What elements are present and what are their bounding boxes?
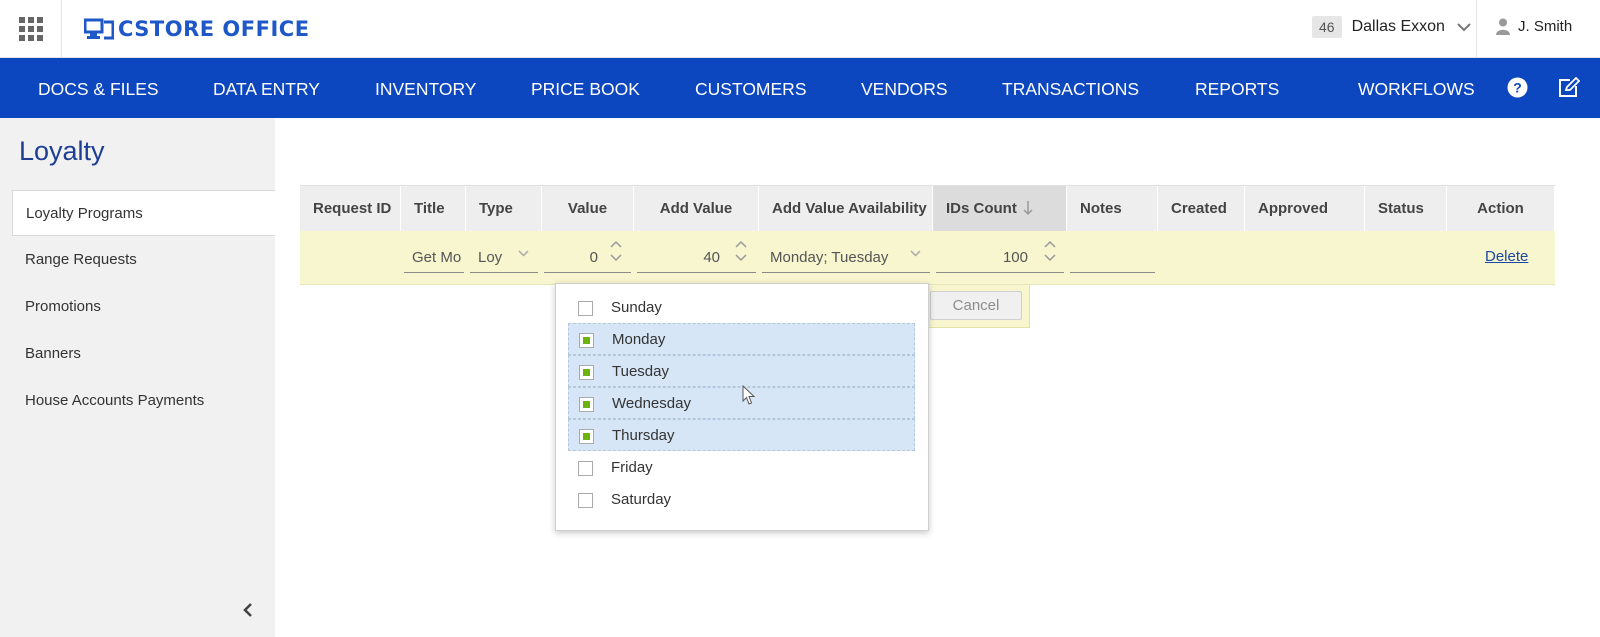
sidebar-title: Loyalty [19, 136, 105, 166]
add-value-availability-select[interactable]: Monday; Tuesday [762, 243, 930, 273]
checkbox[interactable] [578, 301, 593, 316]
main-nav: DOCS & FILES DATA ENTRY INVENTORY PRICE … [0, 58, 1600, 118]
checkbox[interactable] [579, 365, 594, 380]
nav-vendors[interactable]: VENDORS [861, 58, 948, 118]
sidebar-item-house-accounts-payments[interactable]: House Accounts Payments [12, 378, 275, 424]
nav-customers[interactable]: CUSTOMERS [695, 58, 807, 118]
checkbox[interactable] [578, 461, 593, 476]
stepper-icon[interactable] [1044, 240, 1056, 262]
sidebar-item-banners[interactable]: Banners [12, 331, 275, 377]
day-multiselect-dropdown: Sunday Monday Tuesday Wednesday Thursday… [555, 283, 929, 531]
option-label: Sunday [611, 299, 662, 316]
option-monday[interactable]: Monday [568, 323, 915, 355]
column-created[interactable]: Created [1158, 186, 1245, 231]
nav-transactions[interactable]: TRANSACTIONS [1002, 58, 1139, 118]
table-row: Get Mo Loy 0 40 Monday; Tuesday 100 [300, 231, 1555, 285]
column-ids-count-label: IDs Count [946, 200, 1017, 217]
stepper-icon[interactable] [610, 240, 622, 262]
option-sunday[interactable]: Sunday [568, 292, 915, 324]
sidebar: Loyalty Loyalty Programs Range Requests … [0, 118, 275, 637]
stepper-icon[interactable] [735, 240, 747, 262]
logo-icon [84, 18, 114, 40]
checkbox[interactable] [579, 397, 594, 412]
column-title[interactable]: Title [401, 186, 466, 231]
divider [1476, 0, 1477, 58]
checkbox[interactable] [578, 493, 593, 508]
column-add-value-availability[interactable]: Add Value Availability [759, 186, 933, 231]
column-approved[interactable]: Approved [1245, 186, 1365, 231]
logo[interactable]: CSTORE OFFICE [84, 16, 310, 42]
column-notes[interactable]: Notes [1067, 186, 1158, 231]
column-ids-count[interactable]: IDs Count [933, 186, 1067, 231]
apps-menu-button[interactable] [0, 0, 62, 58]
sidebar-item-loyalty-programs[interactable]: Loyalty Programs [12, 190, 275, 236]
mouse-cursor-icon [742, 385, 756, 405]
store-selector[interactable]: 46 Dallas Exxon [1312, 16, 1471, 38]
user-icon [1496, 18, 1510, 35]
option-friday[interactable]: Friday [568, 452, 915, 484]
logo-text: CSTORE OFFICE [118, 17, 310, 41]
option-label: Wednesday [612, 395, 691, 412]
svg-text:?: ? [1513, 80, 1522, 96]
type-select[interactable]: Loy [470, 243, 538, 273]
column-status[interactable]: Status [1365, 186, 1447, 231]
option-tuesday[interactable]: Tuesday [568, 355, 915, 387]
cancel-button[interactable]: Cancel [930, 291, 1022, 320]
nav-data-entry[interactable]: DATA ENTRY [213, 58, 320, 118]
option-label: Friday [611, 459, 653, 476]
nav-price-book[interactable]: PRICE BOOK [531, 58, 640, 118]
title-input[interactable]: Get Mo [404, 243, 464, 273]
sort-down-icon [1023, 201, 1033, 216]
delete-link[interactable]: Delete [1485, 248, 1528, 265]
option-label: Saturday [611, 491, 672, 508]
edit-icon[interactable] [1558, 77, 1580, 98]
nav-workflows[interactable]: WORKFLOWS [1358, 58, 1475, 118]
top-bar: CSTORE OFFICE 46 Dallas Exxon J. Smith [0, 0, 1600, 58]
nav-docs-files[interactable]: DOCS & FILES [38, 58, 159, 118]
option-saturday[interactable]: Saturday [568, 484, 915, 516]
chevron-down-icon [910, 250, 921, 257]
user-name: J. Smith [1518, 18, 1573, 35]
chevron-down-icon [518, 250, 529, 257]
apps-grid-icon [18, 17, 43, 41]
column-request-id[interactable]: Request ID [300, 186, 401, 231]
option-label: Monday [612, 331, 666, 348]
column-value[interactable]: Value [542, 186, 634, 231]
table-header: Request ID Title Type Value Add Value Ad… [300, 185, 1555, 231]
column-action[interactable]: Action [1447, 186, 1555, 231]
option-label: Thursday [612, 427, 675, 444]
help-icon[interactable]: ? [1507, 77, 1528, 98]
option-thursday[interactable]: Thursday [568, 419, 915, 451]
chevron-left-icon[interactable] [243, 602, 253, 618]
checkbox[interactable] [579, 429, 594, 444]
option-label: Tuesday [612, 363, 669, 380]
sidebar-item-range-requests[interactable]: Range Requests [12, 237, 275, 283]
chevron-down-icon [1457, 22, 1471, 31]
checkbox[interactable] [579, 333, 594, 348]
notes-input[interactable] [1070, 243, 1155, 273]
nav-inventory[interactable]: INVENTORY [375, 58, 476, 118]
nav-reports[interactable]: REPORTS [1195, 58, 1279, 118]
column-type[interactable]: Type [466, 186, 542, 231]
store-number-badge: 46 [1312, 16, 1342, 38]
store-name: Dallas Exxon [1351, 18, 1445, 35]
sidebar-item-promotions[interactable]: Promotions [12, 284, 275, 330]
column-add-value[interactable]: Add Value [634, 186, 759, 231]
user-menu[interactable]: J. Smith [1496, 18, 1572, 35]
